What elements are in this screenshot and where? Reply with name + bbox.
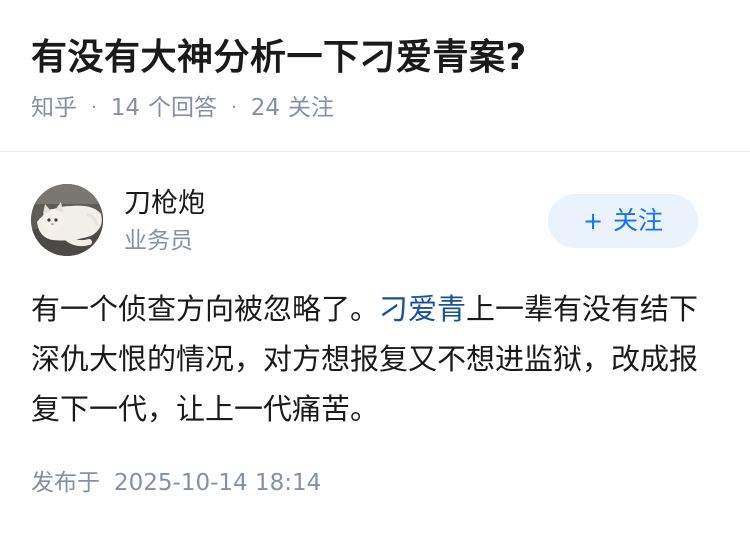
publish-label: 发布于: [31, 470, 100, 496]
question-title[interactable]: 有没有大神分析一下刁爱青案?: [31, 30, 730, 86]
author-headline: 业务员: [124, 228, 193, 254]
avatar-cat-photo-icon: [31, 184, 103, 256]
answer-text-before: 有一个侦查方向被忽略了。: [31, 292, 380, 326]
topic-link[interactable]: 刁爱青: [379, 292, 466, 326]
follow-button[interactable]: + 关注: [548, 194, 698, 248]
publish-timestamp: 2025-10-14 18:14: [114, 470, 322, 496]
answer-count: 14: [110, 95, 141, 121]
answer-count-label: 个回答: [148, 95, 218, 121]
meta-separator-dot: ·: [91, 97, 97, 118]
source-label[interactable]: 知乎: [31, 93, 77, 123]
follower-count: 24: [250, 95, 281, 121]
author-row: 刀枪炮 业务员 + 关注: [31, 184, 711, 260]
author-name[interactable]: 刀枪炮: [124, 186, 205, 222]
author-avatar[interactable]: [31, 184, 103, 256]
meta-separator-dot: ·: [231, 97, 237, 118]
question-meta: 知乎 · 14 个回答 · 24 关注: [31, 93, 730, 123]
question-header: 有没有大神分析一下刁爱青案? 知乎 · 14 个回答 · 24 关注: [31, 30, 730, 123]
follow-button-label: 关注: [613, 206, 664, 235]
follower-count-label: 关注: [288, 95, 335, 121]
answer-content: 有一个侦查方向被忽略了。刁爱青上一辈有没有结下深仇大恨的情况，对方想报复又不想进…: [31, 284, 711, 434]
header-divider: [0, 151, 750, 152]
publish-info: 发布于 2025-10-14 18:14: [31, 468, 321, 498]
plus-icon: +: [582, 207, 604, 235]
